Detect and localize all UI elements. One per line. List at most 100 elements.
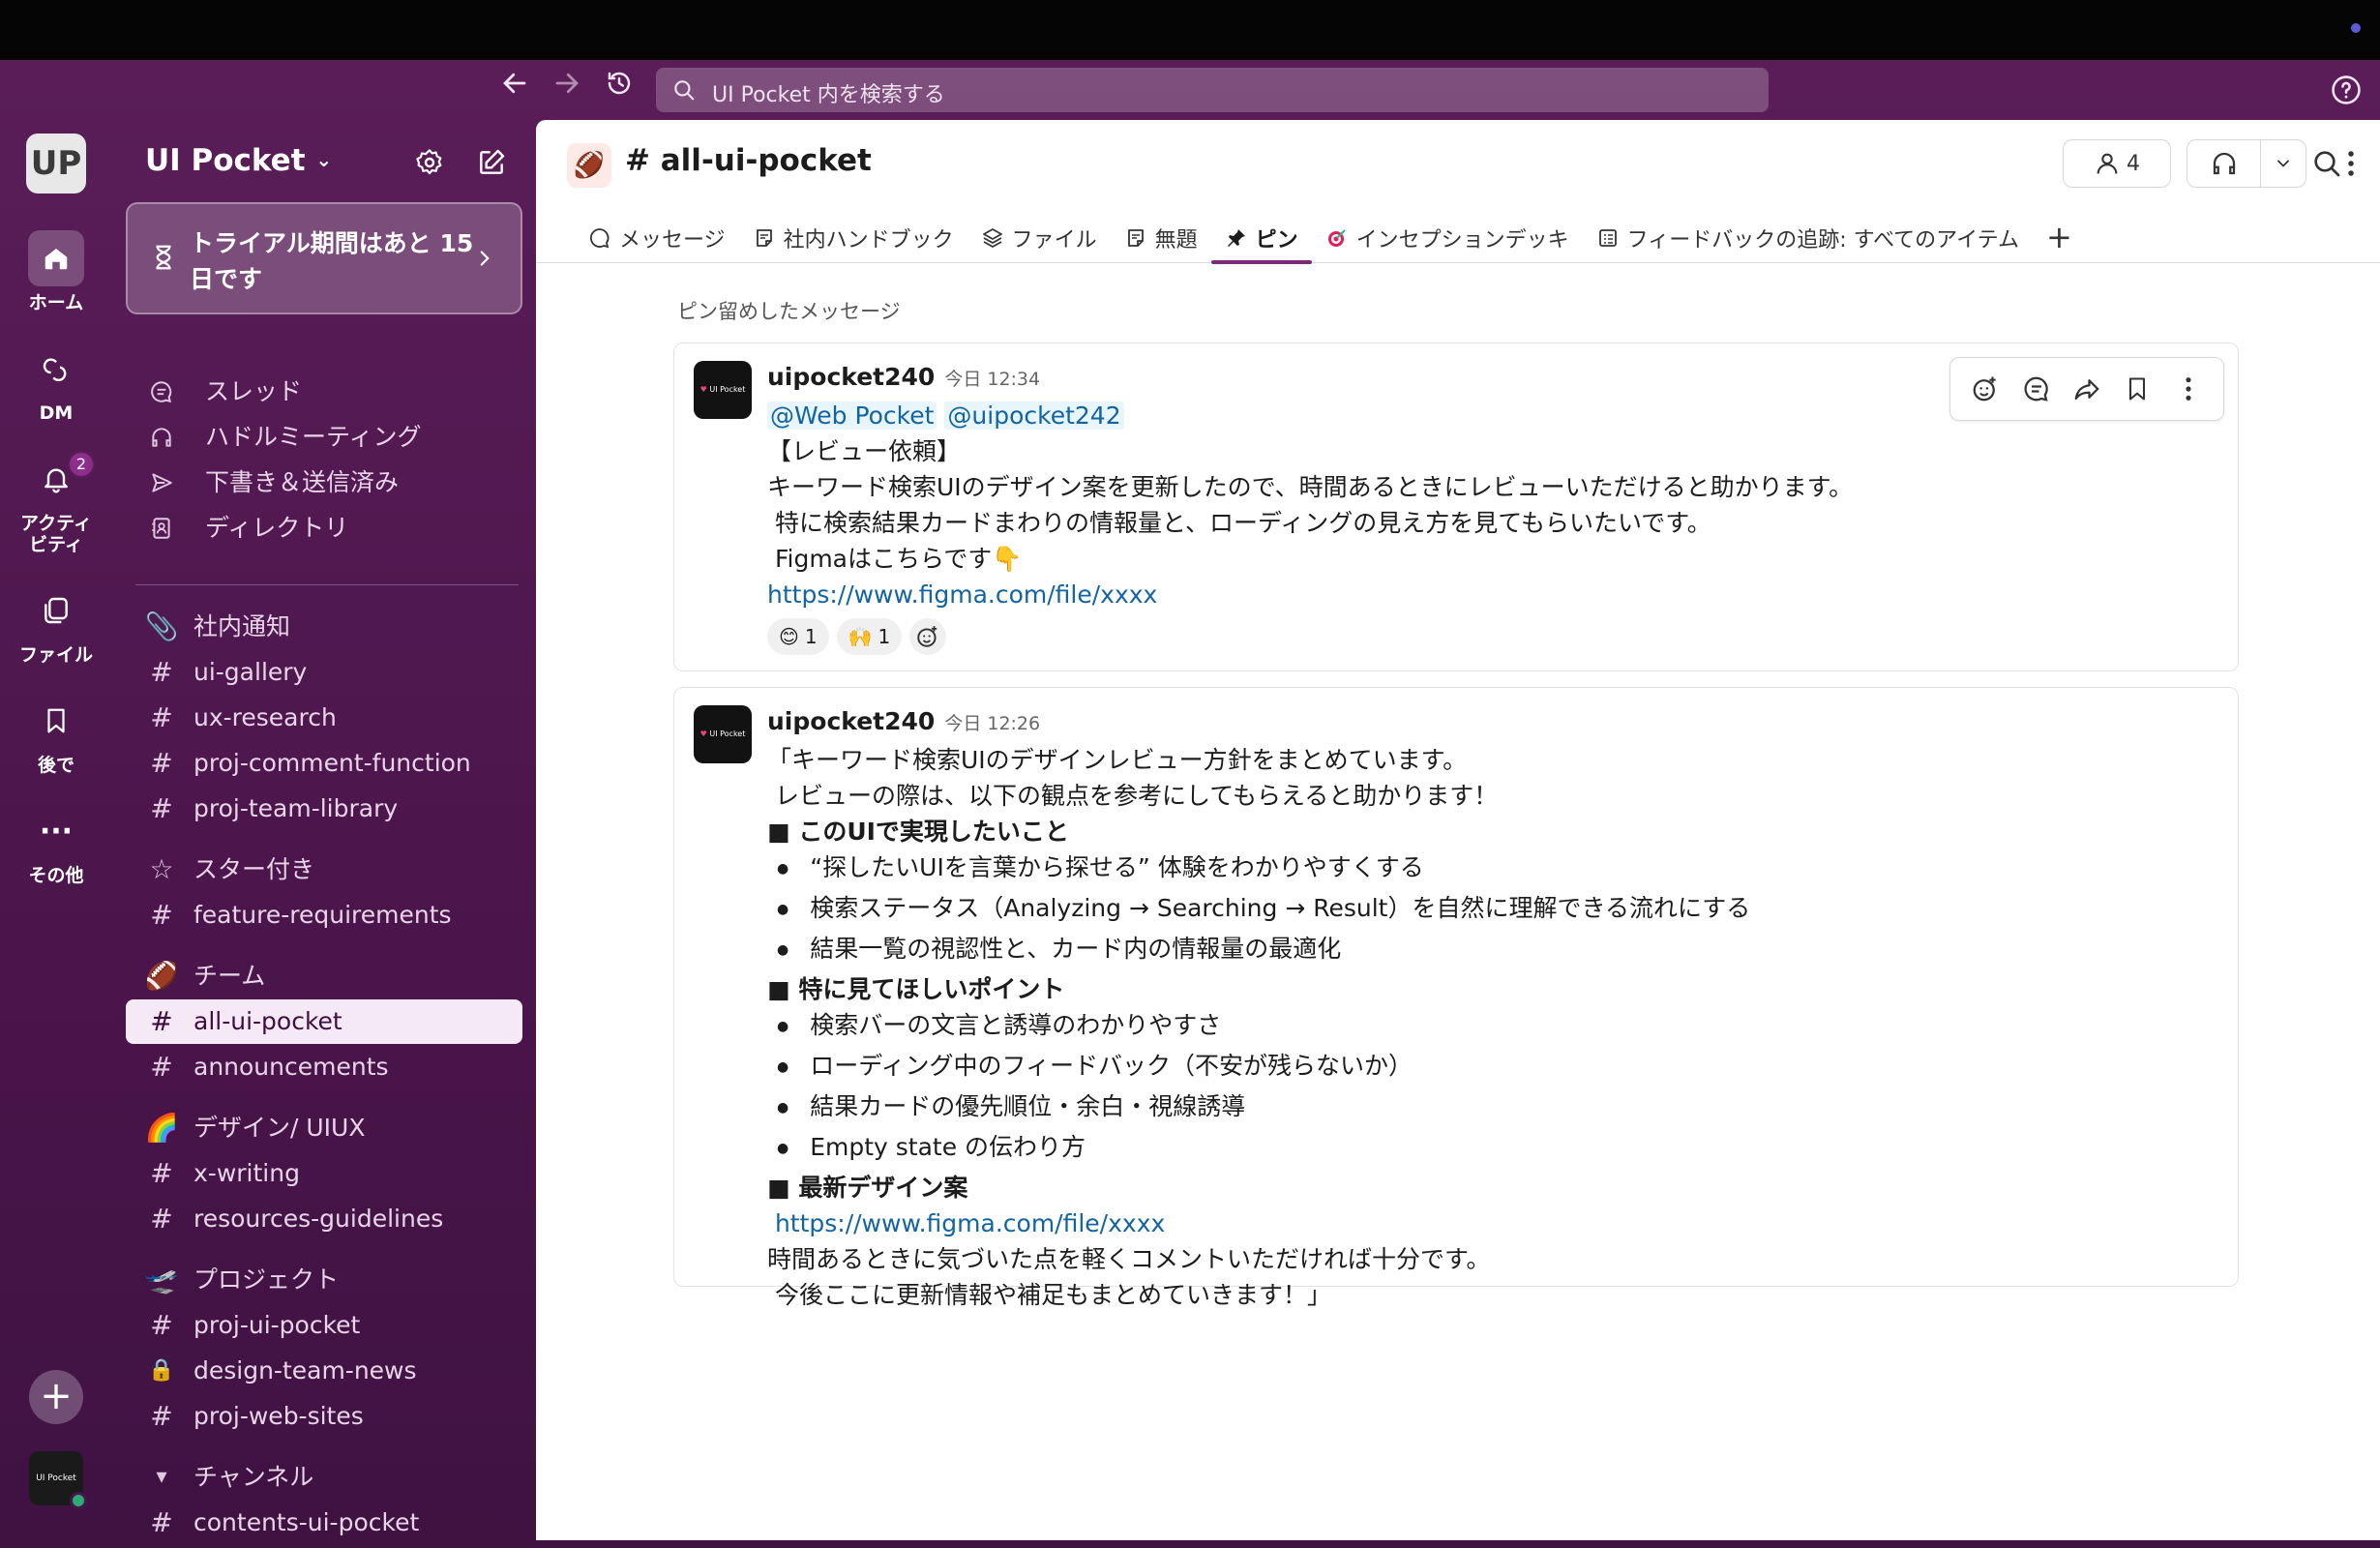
avatar[interactable]: ♥ UI Pocket (694, 705, 752, 763)
channel-title[interactable]: # all-ui-pocket (625, 143, 872, 178)
workspace-rail: UP ホーム DM 2 アクティビティ ファイル 後で ··· その他 + UI… (0, 60, 112, 1509)
author-name[interactable]: uipocket240 (767, 363, 935, 391)
sidebar-item-label: feature-requirements (193, 901, 452, 929)
target-icon (1325, 226, 1349, 250)
rail-item-dm[interactable]: DM (0, 341, 112, 424)
message-heading: ■ 特に見てほしいポイント (767, 975, 1065, 1003)
timestamp[interactable]: 今日 12:26 (944, 713, 1040, 734)
pinned-message[interactable]: ♥ UI Pocket uipocket240 今日 12:34 @Web Poc… (673, 342, 2239, 671)
directory-icon (145, 506, 178, 551)
chevron-down-icon[interactable] (2261, 154, 2306, 173)
sidebar-section-notices[interactable]: 📎 社内通知 (126, 605, 522, 649)
timestamp[interactable]: 今日 12:34 (944, 369, 1040, 390)
rail-item-files[interactable]: ファイル (0, 582, 112, 666)
tab-untitled[interactable]: 無題 (1111, 213, 1211, 263)
workspace-name-button[interactable]: UI Pocket ⌄ (145, 143, 332, 178)
sidebar-item-label: resources-guidelines (193, 1205, 444, 1233)
forward-button[interactable] (546, 66, 588, 108)
message-line: 今後ここに更新情報や補足もまとめていきます！」 (767, 1281, 1331, 1309)
sidebar-channel-announcements[interactable]: # announcements (126, 1045, 522, 1089)
sidebar-channel-proj-web-sites[interactable]: # proj-web-sites (126, 1394, 522, 1439)
headphones-icon (145, 415, 178, 460)
headphones-icon[interactable] (2187, 140, 2261, 187)
hash-icon: # (150, 1005, 173, 1037)
members-button[interactable]: 4 (2063, 139, 2171, 188)
add-emoji-icon[interactable] (1964, 368, 2007, 410)
rail-item-more[interactable]: ··· その他 (0, 803, 112, 887)
sidebar-channel-contents-ui-pocket[interactable]: # contents-ui-pocket (126, 1501, 522, 1545)
tab-label: フィードバックの追跡: すべてのアイテム (1626, 228, 2019, 253)
pinned-message[interactable]: ♥ UI Pocket uipocket240 今日 12:26 「キーワード検索… (673, 687, 2239, 1309)
tab-files[interactable]: ファイル (967, 213, 1111, 263)
sidebar-section-design[interactable]: 🌈 デザイン/ UIUX (126, 1106, 522, 1150)
sidebar-channel-all-ui-pocket[interactable]: # all-ui-pocket (126, 999, 522, 1044)
rainbow-icon: 🌈 (144, 1112, 179, 1144)
heart-icon: ♥ (699, 729, 707, 738)
reaction-hands[interactable]: 🙌 1 (836, 618, 903, 655)
sidebar-channel-proj-team-library[interactable]: # proj-team-library (126, 787, 522, 831)
add-reaction-button[interactable] (909, 618, 947, 655)
trial-text: トライアル期間はあと 15 日です (190, 229, 474, 293)
lock-icon: 🔒 (148, 1358, 175, 1383)
more-vertical-icon[interactable] (2167, 368, 2210, 410)
sidebar-channel-resources-guidelines[interactable]: # resources-guidelines (126, 1197, 522, 1241)
sidebar-section-team[interactable]: 🏈 チーム (126, 954, 522, 998)
compose-button[interactable] (470, 141, 513, 184)
huddle-button[interactable] (2187, 139, 2306, 188)
sidebar-item-directory[interactable]: ディレクトリ (126, 506, 522, 551)
search-input[interactable]: UI Pocket 内を検索する (712, 77, 945, 108)
message-link[interactable]: https://www.figma.com/file/xxxx (767, 577, 2025, 612)
thread-icon (145, 370, 178, 414)
sidebar-channel-proj-comment-function[interactable]: # proj-comment-function (126, 741, 522, 786)
reaction-emoji: 😊 (779, 625, 799, 648)
share-icon[interactable] (2066, 368, 2108, 410)
sidebar-item-drafts[interactable]: 下書き＆送信済み (126, 461, 522, 505)
add-emoji-icon (917, 626, 937, 647)
person-icon (2097, 153, 2118, 174)
tab-inception-deck[interactable]: インセプションデッキ (1312, 213, 1583, 263)
tab-messages[interactable]: メッセージ (575, 213, 739, 263)
sidebar-channel-ui-gallery[interactable]: # ui-gallery (126, 650, 522, 695)
workspace-badge[interactable]: UP (26, 134, 86, 194)
rail-item-later[interactable]: 後で (0, 693, 112, 776)
sidebar-section-channels[interactable]: ▾ チャンネル (126, 1455, 522, 1500)
sidebar-channel-ux-research[interactable]: # ux-research (126, 696, 522, 740)
search-bar[interactable]: UI Pocket 内を検索する (656, 68, 1769, 112)
sidebar-channel-proj-ui-pocket[interactable]: # proj-ui-pocket (126, 1303, 522, 1348)
sidebar-item-huddles[interactable]: ハドルミーティング (126, 415, 522, 460)
author-name[interactable]: uipocket240 (767, 707, 935, 735)
message-line: Figmaはこちらです👇 (767, 545, 1023, 573)
reaction-smile[interactable]: 😊 1 (767, 618, 829, 655)
sidebar-section-starred[interactable]: ☆ スター付き (126, 848, 522, 892)
message-link[interactable]: https://www.figma.com/file/xxxx (767, 1206, 2025, 1241)
hash-icon: # (150, 792, 173, 824)
trial-banner[interactable]: トライアル期間はあと 15 日です (126, 202, 522, 314)
hash-icon: # (150, 1157, 173, 1189)
chevron-down-icon: ⌄ (315, 148, 333, 171)
sidebar-channel-x-writing[interactable]: # x-writing (126, 1151, 522, 1196)
add-tab-button[interactable]: + (2033, 213, 2086, 263)
help-button[interactable] (2330, 74, 2363, 110)
sidebar-item-threads[interactable]: スレッド (126, 370, 522, 414)
mention[interactable]: @uipocket242 (944, 402, 1124, 430)
message-heading: ■ このUIで実現したいこと (767, 818, 1069, 846)
user-avatar[interactable]: UI Pocket (29, 1451, 87, 1509)
sidebar-section-projects[interactable]: 🛫 プロジェクト (126, 1258, 522, 1302)
bookmark-icon[interactable] (2116, 368, 2158, 410)
tab-feedback-tracker[interactable]: フィードバックの追跡: すべてのアイテム (1583, 213, 2033, 263)
more-options-button[interactable] (2332, 139, 2370, 188)
avatar[interactable]: ♥ UI Pocket (694, 361, 752, 419)
status-dot (2351, 23, 2361, 33)
sidebar-channel-feature-requirements[interactable]: # feature-requirements (126, 893, 522, 938)
tab-pins[interactable]: ピン (1210, 213, 1312, 264)
history-button[interactable] (598, 66, 640, 108)
settings-button[interactable] (408, 141, 451, 184)
sidebar-divider (135, 584, 519, 585)
tab-handbook[interactable]: 社内ハンドブック (739, 213, 967, 263)
mention[interactable]: @Web Pocket (767, 402, 937, 430)
reply-thread-icon[interactable] (2015, 368, 2058, 410)
rail-item-activity[interactable]: 2 アクティビティ (0, 451, 112, 555)
rail-item-home[interactable]: ホーム (0, 230, 112, 313)
add-button[interactable]: + (29, 1370, 83, 1424)
sidebar-channel-design-team-news[interactable]: 🔒 design-team-news (126, 1349, 522, 1393)
